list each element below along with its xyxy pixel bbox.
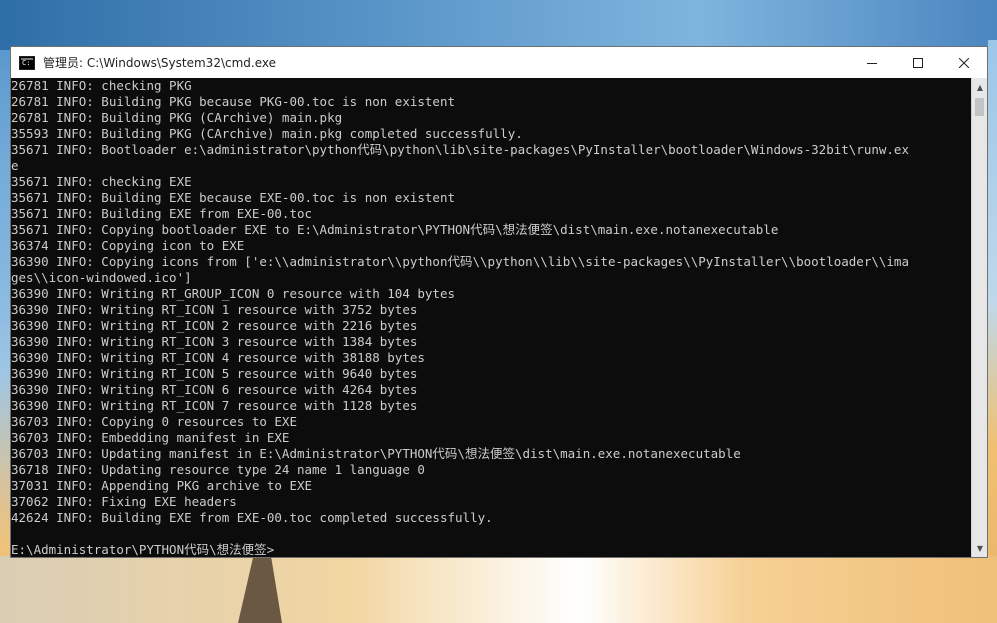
scroll-up-button[interactable]: ▲ [972, 78, 988, 96]
console-line: 36374 INFO: Copying icon to EXE [11, 238, 245, 253]
console-line: 36390 INFO: Writing RT_ICON 6 resource w… [11, 382, 418, 397]
desktop-wallpaper-edge [988, 40, 997, 623]
vertical-scrollbar[interactable]: ▲ ▼ [971, 78, 987, 557]
chevron-up-icon: ▲ [976, 82, 984, 92]
window-title: 管理员: C:\Windows\System32\cmd.exe [43, 56, 276, 70]
console-line: 36703 INFO: Copying 0 resources to EXE [11, 414, 297, 429]
console-line: 35671 INFO: Building EXE from EXE-00.toc [11, 206, 313, 221]
maximize-icon [913, 57, 923, 68]
console-line: 26781 INFO: Building PKG because PKG-00.… [11, 94, 456, 109]
cmd-window: 管理员: C:\Windows\System32\cmd.exe 26781 [10, 46, 988, 558]
console-line: 36390 INFO: Writing RT_ICON 2 resource w… [11, 318, 418, 333]
console-line: 36703 INFO: Updating manifest in E:\Admi… [11, 446, 741, 461]
console-line: 36390 INFO: Writing RT_ICON 4 resource w… [11, 350, 425, 365]
scroll-down-button[interactable]: ▼ [972, 539, 988, 557]
console-line: 36703 INFO: Embedding manifest in EXE [11, 430, 290, 445]
console-line: 35671 INFO: Bootloader e:\administrator\… [11, 142, 909, 157]
window-controls [849, 47, 987, 78]
console-line: e [11, 158, 19, 173]
cmd-app-icon[interactable] [19, 55, 35, 70]
maximize-button[interactable] [895, 47, 941, 78]
console-line: 36390 INFO: Writing RT_ICON 1 resource w… [11, 302, 418, 317]
scroll-thumb[interactable] [975, 98, 984, 116]
console-line: 35671 INFO: checking EXE [11, 174, 192, 189]
console-line: ges\\icon-windowed.ico'] [11, 270, 192, 285]
minimize-button[interactable] [849, 47, 895, 78]
console-output[interactable]: 26781 INFO: checking PKG 26781 INFO: Bui… [11, 78, 971, 557]
console-line: 35593 INFO: Building PKG (CArchive) main… [11, 126, 523, 141]
console-line: 36390 INFO: Writing RT_ICON 5 resource w… [11, 366, 418, 381]
command-prompt[interactable]: E:\Administrator\PYTHON代码\想法便签> [11, 542, 971, 557]
desktop-wallpaper-beach [0, 556, 997, 623]
console-line: 37031 INFO: Appending PKG archive to EXE [11, 478, 313, 493]
chevron-down-icon: ▼ [976, 543, 984, 553]
console-line: 42624 INFO: Building EXE from EXE-00.toc… [11, 510, 493, 525]
close-button[interactable] [941, 47, 987, 78]
close-icon [959, 57, 969, 68]
minimize-icon [867, 62, 877, 64]
console-line: 35671 INFO: Copying bootloader EXE to E:… [11, 222, 779, 237]
console-line: 36718 INFO: Updating resource type 24 na… [11, 462, 425, 477]
console-line: 36390 INFO: Writing RT_ICON 7 resource w… [11, 398, 418, 413]
desktop-wallpaper-sky [0, 0, 997, 50]
console-line: 36390 INFO: Copying icons from ['e:\\adm… [11, 254, 909, 269]
console-line: 36390 INFO: Writing RT_ICON 3 resource w… [11, 334, 418, 349]
console-line: 26781 INFO: Building PKG (CArchive) main… [11, 110, 343, 125]
console-line: 35671 INFO: Building EXE because EXE-00.… [11, 190, 456, 205]
console-line: 37062 INFO: Fixing EXE headers [11, 494, 237, 509]
console-line: 26781 INFO: checking PKG [11, 78, 192, 93]
title-bar[interactable]: 管理员: C:\Windows\System32\cmd.exe [11, 47, 987, 78]
console-line: 36390 INFO: Writing RT_GROUP_ICON 0 reso… [11, 286, 456, 301]
